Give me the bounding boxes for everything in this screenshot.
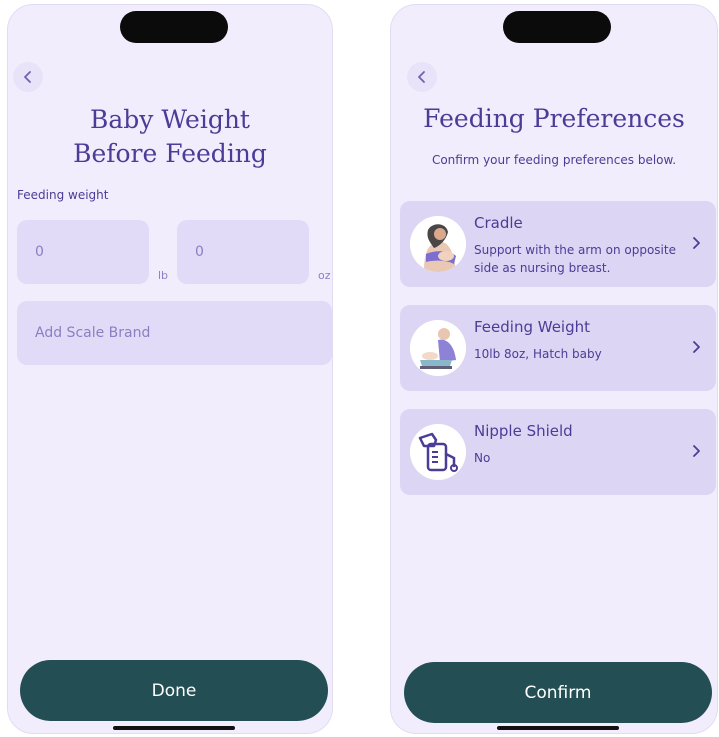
feeding-weight-label: Feeding weight [17,188,109,202]
confirm-button[interactable]: Confirm [404,662,712,723]
home-indicator [497,726,619,730]
card-description: No [474,451,491,465]
back-button[interactable] [407,62,437,92]
breast-pump-icon [410,424,466,480]
preference-card-feeding-weight[interactable]: Feeding Weight 10lb 8oz, Hatch baby [400,305,716,391]
ounces-unit-label: oz [318,269,331,282]
chevron-left-icon [418,71,425,83]
dynamic-island [120,11,228,43]
baby-scale-illustration-icon [410,320,466,376]
card-description: Support with the arm on opposite side as… [474,243,676,275]
card-title: Feeding Weight [474,318,591,336]
dynamic-island [503,11,611,43]
scale-brand-placeholder: Add Scale Brand [35,325,151,341]
pounds-unit-label: lb [158,269,169,282]
ounces-input[interactable]: 0 [177,220,309,284]
ounces-value: 0 [195,244,204,260]
page-title: Baby Weight Before Feeding [73,105,267,168]
page-title: Feeding Preferences [423,104,685,133]
card-description: 10lb 8oz, Hatch baby [474,347,602,361]
preference-card-nipple-shield[interactable]: Nipple Shield No [400,409,716,495]
weight-screen: Baby Weight Before Feeding Feeding weigh… [7,4,333,734]
home-indicator [113,726,235,730]
back-button[interactable] [13,62,43,92]
preferences-screen: Feeding Preferences Confirm your feeding… [390,4,718,734]
pounds-value: 0 [35,244,44,260]
page-subtitle: Confirm your feeding preferences below. [431,153,677,167]
preference-card-cradle[interactable]: Cradle Support with the arm on opposite … [400,201,716,287]
card-title: Cradle [474,214,523,232]
done-button[interactable]: Done [20,660,328,721]
scale-brand-input[interactable]: Add Scale Brand [17,301,332,365]
chevron-right-icon [693,341,700,353]
chevron-right-icon [693,445,700,457]
chevron-right-icon [693,237,700,249]
card-title: Nipple Shield [474,422,573,440]
cradle-illustration-icon [410,216,466,272]
chevron-left-icon [24,71,31,83]
pounds-input[interactable]: 0 [17,220,149,284]
